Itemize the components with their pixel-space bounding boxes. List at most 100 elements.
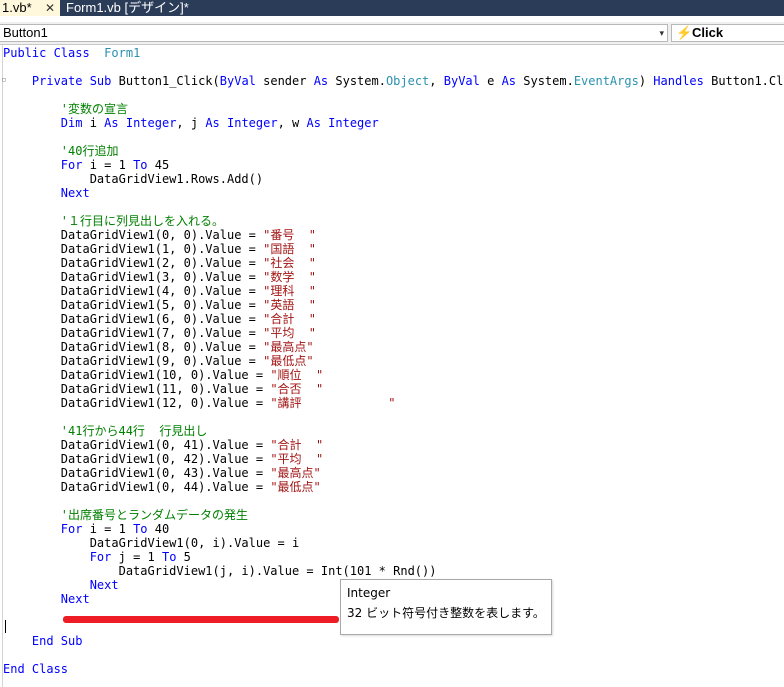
code-token: As [313,74,329,88]
tab-form1-designer[interactable]: Form1.vb [デザイン]* [62,0,212,16]
code-token: '１行目に列見出しを入れる。 [60,214,225,228]
red-annotation-underline [63,616,339,623]
code-line[interactable]: '１行目に列見出しを入れる。 [3,214,224,228]
code-token: 45 [147,158,170,172]
code-token: DataGridView1(9, 0).Value = [60,354,264,368]
code-token: As Integer [104,116,177,130]
code-line[interactable]: DataGridView1(0, 44).Value = "最低点" [3,480,321,494]
code-token: To [161,550,177,564]
event-dropdown[interactable]: ⚡ Click [671,24,784,42]
code-token: 40 [147,522,170,536]
code-token: DataGridView1(11, 0).Value = [60,382,271,396]
code-line[interactable]: '変数の宣言 [3,102,128,116]
code-token: DataGridView1.Rows.Add() [89,172,264,186]
code-token: i = 1 [82,158,134,172]
code-token: "合計 " [263,312,316,326]
code-token: sender [255,74,314,88]
code-token: DataGridView1(6, 0).Value = [60,312,264,326]
tab-label: Form1.vb [デザイン]* [66,0,189,15]
event-dropdown-value: Click [692,25,724,40]
code-line[interactable]: Public Class Form1 [3,46,140,60]
code-line[interactable]: DataGridView1(6, 0).Value = "合計 " [3,312,316,326]
code-line[interactable]: '40行追加 [3,144,119,158]
navigation-bar: Button1 ▾ ⚡ Click [0,22,784,45]
code-token: "平均 " [270,452,324,466]
code-token: DataGridView1(0, i).Value = i [89,536,300,550]
chevron-down-icon[interactable]: ▾ [659,25,664,41]
code-line[interactable]: DataGridView1(8, 0).Value = "最高点" [3,340,314,354]
code-line[interactable]: DataGridView1(11, 0).Value = "合否 " [3,382,323,396]
code-token: "最低点" [270,480,321,494]
code-line[interactable]: For j = 1 To 5 [3,550,191,564]
code-token: Handles [653,74,704,88]
code-line[interactable]: Next [3,578,119,592]
event-lightning-icon: ⚡ [676,25,693,40]
code-token: "英語 " [263,298,316,312]
code-line[interactable]: Private Sub Button1_Click(ByVal sender A… [3,74,784,88]
code-line[interactable]: DataGridView1.Rows.Add() [3,172,263,186]
code-token: DataGridView1(0, 43).Value = [60,466,271,480]
code-editor[interactable]: ▫ Public Class Form1 Private Sub Button1… [0,45,784,687]
code-line[interactable]: DataGridView1(4, 0).Value = "理科 " [3,284,316,298]
code-token: "最高点" [270,466,321,480]
code-token: Next [60,186,90,200]
code-line[interactable]: DataGridView1(10, 0).Value = "順位 " [3,368,323,382]
code-token: As [501,74,517,88]
code-line[interactable]: DataGridView1(1, 0).Value = "国語 " [3,242,316,256]
code-token: '40行追加 [60,144,119,158]
code-line[interactable]: DataGridView1(j, i).Value = Int(101 * Rn… [3,564,437,578]
code-token: Object [385,74,430,88]
code-line[interactable]: DataGridView1(0, i).Value = i [3,536,300,550]
code-token: DataGridView1(0, 42).Value = [60,452,271,466]
document-tab-strip: 1.vb* ✕ Form1.vb [デザイン]* [0,0,784,16]
code-line[interactable]: '41行から44行 行見出し [3,424,208,438]
code-line[interactable]: End Class [3,662,68,676]
code-line[interactable]: DataGridView1(5, 0).Value = "英語 " [3,298,316,312]
code-token: "国語 " [263,242,316,256]
close-icon[interactable]: ✕ [45,0,55,16]
code-token: To [133,158,148,172]
code-line[interactable]: Dim i As Integer, j As Integer, w As Int… [3,116,379,130]
code-line[interactable]: DataGridView1(0, 41).Value = "合計 " [3,438,323,452]
code-token: DataGridView1(12, 0).Value = [60,396,271,410]
code-token: "最低点" [263,354,314,368]
code-line[interactable]: DataGridView1(2, 0).Value = "社会 " [3,256,316,270]
code-token: Button1_Click( [111,74,220,88]
code-token: Next [89,578,119,592]
code-line[interactable]: DataGridView1(0, 0).Value = "番号 " [3,228,316,242]
tab-label: 1.vb* [2,0,32,15]
code-line[interactable]: DataGridView1(3, 0).Value = "数学 " [3,270,316,284]
code-line[interactable]: '出席番号とランダムデータの発生 [3,508,248,522]
code-line[interactable]: DataGridView1(9, 0).Value = "最低点" [3,354,314,368]
code-line[interactable]: Next [3,592,90,606]
code-token: As Integer [205,116,278,130]
code-token: i = 1 [82,522,134,536]
code-line[interactable]: DataGridView1(0, 42).Value = "平均 " [3,452,323,466]
code-line[interactable]: For i = 1 To 40 [3,522,169,536]
code-line[interactable]: End Sub [3,634,83,648]
code-token: "合計 " [270,438,324,452]
code-token: DataGridView1(0, 0).Value = [60,228,264,242]
code-line[interactable]: DataGridView1(12, 0).Value = "講評 " [3,396,396,410]
code-line[interactable]: DataGridView1(0, 43).Value = "最高点" [3,466,321,480]
code-line[interactable]: Next [3,186,90,200]
code-token: , [429,74,444,88]
quickinfo-tooltip: Integer 32 ビット符号付き整数を表します。 [340,579,552,635]
code-token: ByVal [443,74,480,88]
code-token: System. [516,74,574,88]
code-line[interactable]: DataGridView1(7, 0).Value = "平均 " [3,326,316,340]
code-token: As Integer [306,116,379,130]
object-dropdown[interactable]: Button1 ▾ [0,24,668,42]
tab-form1-vb[interactable]: 1.vb* ✕ [0,0,60,16]
code-line[interactable]: For i = 1 To 45 [3,158,169,172]
code-token: "理科 " [263,284,316,298]
